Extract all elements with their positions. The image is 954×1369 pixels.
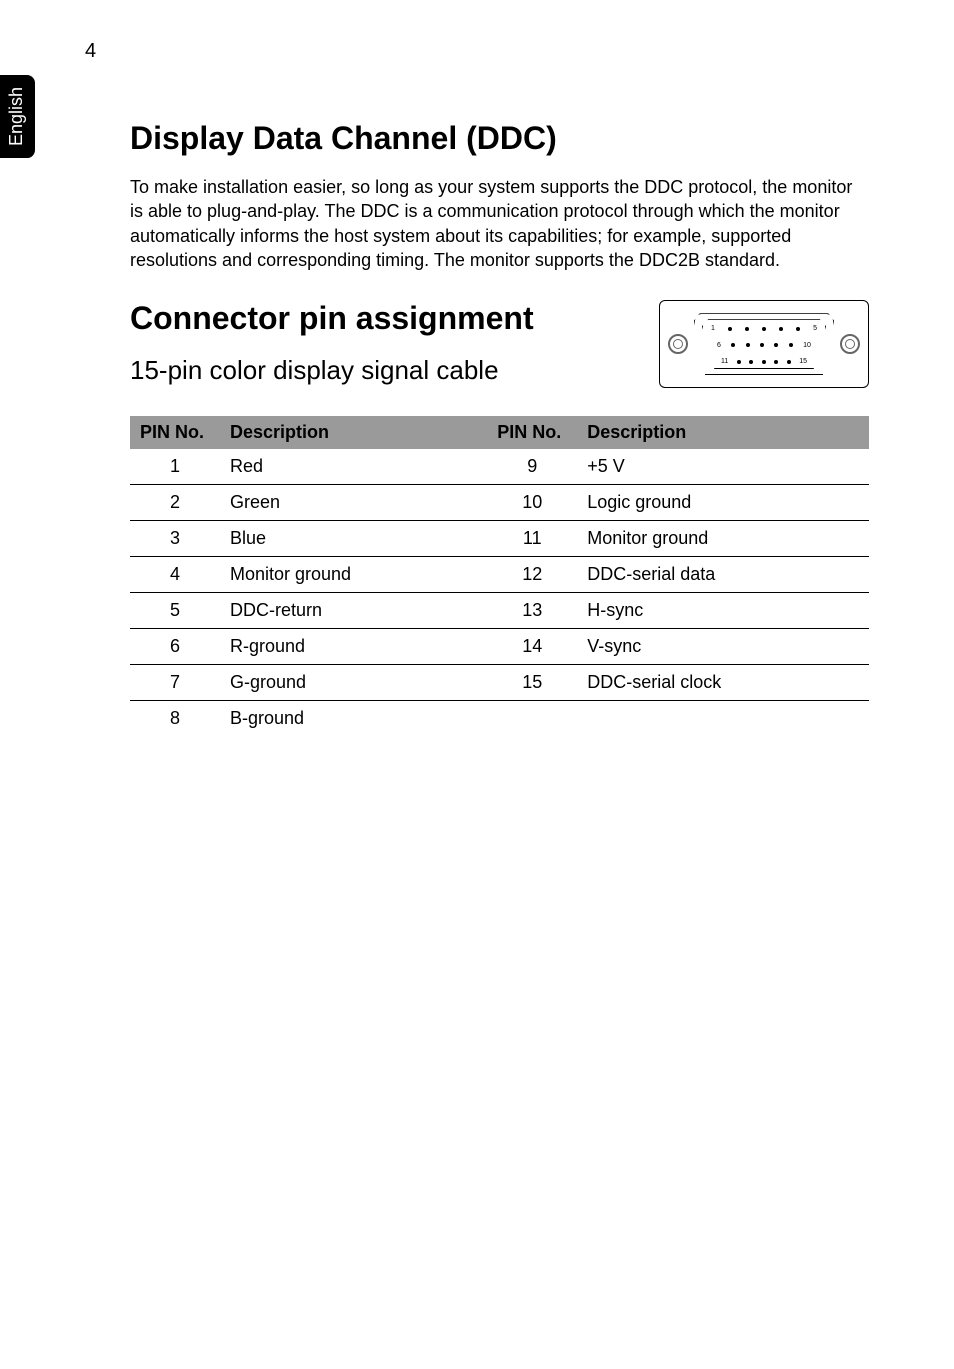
cell-pin: 14 [487,629,577,665]
pin-dot [774,343,778,347]
pin-dot [745,327,749,331]
heading-ddc: Display Data Channel (DDC) [130,120,869,157]
language-tab: English [0,75,35,158]
pin-label-10: 10 [803,342,811,349]
dsub-connector-icon: 1 5 6 [694,313,834,375]
table-row: 5 DDC-return 13 H-sync [130,593,869,629]
cell-desc: DDC-return [220,593,487,629]
page-number: 4 [85,40,96,63]
cell-pin: 2 [130,485,220,521]
cell-desc: G-ground [220,665,487,701]
cell-desc: Green [220,485,487,521]
cell-pin: 1 [130,449,220,485]
th-desc-1: Description [220,416,487,449]
connector-diagram: 1 5 6 [659,300,869,388]
table-header-row: PIN No. Description PIN No. Description [130,416,869,449]
heading-connector: Connector pin assignment [130,300,639,337]
pin-dot [737,360,741,364]
pin-label-11: 11 [721,358,728,365]
cell-pin: 13 [487,593,577,629]
table-row: 8 B-ground [130,701,869,737]
pin-label-6: 6 [717,342,721,349]
cell-pin: 3 [130,521,220,557]
pin-label-15: 15 [799,358,807,365]
cell-pin: 11 [487,521,577,557]
pin-dot [746,343,750,347]
cell-pin: 12 [487,557,577,593]
screw-icon [668,334,688,354]
cell-pin: 6 [130,629,220,665]
th-pin-2: PIN No. [487,416,577,449]
cell-desc: Monitor ground [220,557,487,593]
cell-pin: 5 [130,593,220,629]
pin-dot [779,327,783,331]
th-pin-1: PIN No. [130,416,220,449]
cell-desc: H-sync [577,593,869,629]
content-area: Display Data Channel (DDC) To make insta… [130,120,869,736]
pin-dot [762,360,766,364]
table-row: 3 Blue 11 Monitor ground [130,521,869,557]
table-row: 4 Monitor ground 12 DDC-serial data [130,557,869,593]
cell-desc: Blue [220,521,487,557]
cell-desc: DDC-serial data [577,557,869,593]
cell-pin: 10 [487,485,577,521]
cell-desc: R-ground [220,629,487,665]
cell-desc: DDC-serial clock [577,665,869,701]
cell-desc: B-ground [220,701,487,737]
subheading-cable: 15-pin color display signal cable [130,355,639,386]
cell-pin [487,701,577,737]
cell-pin: 15 [487,665,577,701]
pin-dot [749,360,753,364]
pin-dot [760,343,764,347]
cell-desc: V-sync [577,629,869,665]
table-row: 2 Green 10 Logic ground [130,485,869,521]
pin-dot [728,327,732,331]
cell-pin: 9 [487,449,577,485]
pin-dot [774,360,778,364]
pin-dot [731,343,735,347]
pin-dot [762,327,766,331]
paragraph-ddc: To make installation easier, so long as … [130,175,869,272]
table-row: 7 G-ground 15 DDC-serial clock [130,665,869,701]
cell-pin: 8 [130,701,220,737]
cell-desc: Monitor ground [577,521,869,557]
pin-label-1: 1 [711,325,715,332]
pin-dot [787,360,791,364]
cell-desc: +5 V [577,449,869,485]
pin-label-5: 5 [813,325,817,332]
pin-table: PIN No. Description PIN No. Description … [130,416,869,736]
th-desc-2: Description [577,416,869,449]
cell-pin: 7 [130,665,220,701]
cell-desc: Red [220,449,487,485]
pin-dot [789,343,793,347]
cell-pin: 4 [130,557,220,593]
table-row: 6 R-ground 14 V-sync [130,629,869,665]
pin-dot [796,327,800,331]
page: English 4 Display Data Channel (DDC) To … [0,0,954,1369]
table-row: 1 Red 9 +5 V [130,449,869,485]
cell-desc: Logic ground [577,485,869,521]
screw-icon [840,334,860,354]
cell-desc [577,701,869,737]
